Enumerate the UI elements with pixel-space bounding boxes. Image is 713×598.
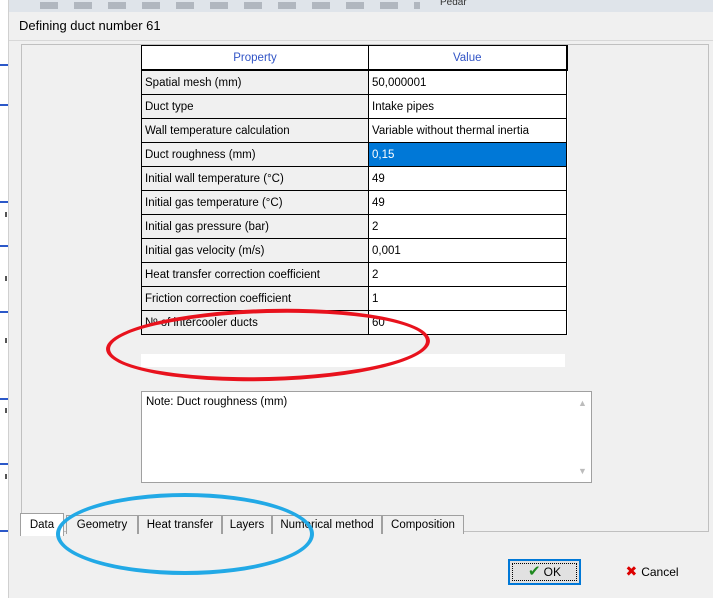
focus-rect <box>512 563 577 581</box>
value-cell[interactable]: 49 <box>368 190 567 215</box>
property-cell[interactable]: Spatial mesh (mm) <box>141 69 369 95</box>
value-cell[interactable]: 49 <box>368 166 567 191</box>
note-text: Note: Duct roughness (mm) <box>146 396 288 408</box>
scroll-down-icon[interactable]: ▼ <box>578 466 587 476</box>
property-cell[interactable]: Initial gas temperature (°C) <box>141 190 369 215</box>
property-cell[interactable]: Initial gas pressure (bar) <box>141 214 369 239</box>
property-cell[interactable]: Initial gas velocity (m/s) <box>141 238 369 263</box>
table-row[interactable]: Initial gas velocity (m/s) 0,001 <box>141 238 567 263</box>
table-row[interactable]: Duct type Intake pipes <box>141 94 567 119</box>
table-row[interactable]: Initial wall temperature (°C) 49 <box>141 166 567 191</box>
property-cell[interactable]: Duct roughness (mm) <box>141 142 369 167</box>
toolbar-text: Pedar <box>440 0 467 8</box>
scroll-up-icon[interactable]: ▲ <box>578 398 587 408</box>
note-scrollbar[interactable]: ▲ ▼ <box>574 392 591 482</box>
value-cell[interactable]: 2 <box>368 262 567 287</box>
property-grid: Property Value Spatial mesh (mm) 50,00000… <box>141 45 568 335</box>
value-cell[interactable]: 0,001 <box>368 238 567 263</box>
value-cell[interactable]: 50,000001 <box>368 69 567 95</box>
value-cell[interactable]: 1 <box>368 286 567 311</box>
property-cell[interactable]: Heat transfer correction coefficient <box>141 262 369 287</box>
table-row[interactable]: Friction correction coefficient 1 <box>141 286 567 311</box>
toolbar-icons <box>40 2 420 9</box>
blue-highlight-ellipse <box>56 493 314 575</box>
table-row[interactable]: Spatial mesh (mm) 50,000001 <box>141 69 567 95</box>
header-property[interactable]: Property <box>141 45 369 71</box>
header-value[interactable]: Value <box>368 45 568 71</box>
dialog-title: Defining duct number 61 <box>19 18 161 33</box>
cancel-button[interactable]: ✖ Cancel <box>612 559 692 583</box>
value-cell[interactable]: 2 <box>368 214 567 239</box>
value-cell[interactable]: Intake pipes <box>368 94 567 119</box>
left-ruler <box>0 0 9 598</box>
close-icon: ✖ <box>625 563 638 579</box>
note-box: Note: Duct roughness (mm) ▲ ▼ <box>141 391 592 483</box>
property-cell[interactable]: Initial wall temperature (°C) <box>141 166 369 191</box>
value-cell[interactable]: Variable without thermal inertia <box>368 118 567 143</box>
value-cell[interactable]: 0,15 <box>368 142 567 167</box>
property-cell[interactable]: Wall temperature calculation <box>141 118 369 143</box>
property-cell[interactable]: Friction correction coefficient <box>141 286 369 311</box>
table-row[interactable]: Initial gas temperature (°C) 49 <box>141 190 567 215</box>
title-separator <box>9 40 713 41</box>
cancel-label: Cancel <box>641 565 679 579</box>
ok-button[interactable]: ✔ OK <box>508 559 581 585</box>
table-row[interactable]: Wall temperature calculation Variable wit… <box>141 118 567 143</box>
table-row[interactable]: Initial gas pressure (bar) 2 <box>141 214 567 239</box>
table-row[interactable]: Heat transfer correction coefficient 2 <box>141 262 567 287</box>
tab-composition[interactable]: Composition <box>382 515 464 534</box>
table-row[interactable]: Duct roughness (mm) 0,15 <box>141 142 567 167</box>
property-cell[interactable]: Duct type <box>141 94 369 119</box>
